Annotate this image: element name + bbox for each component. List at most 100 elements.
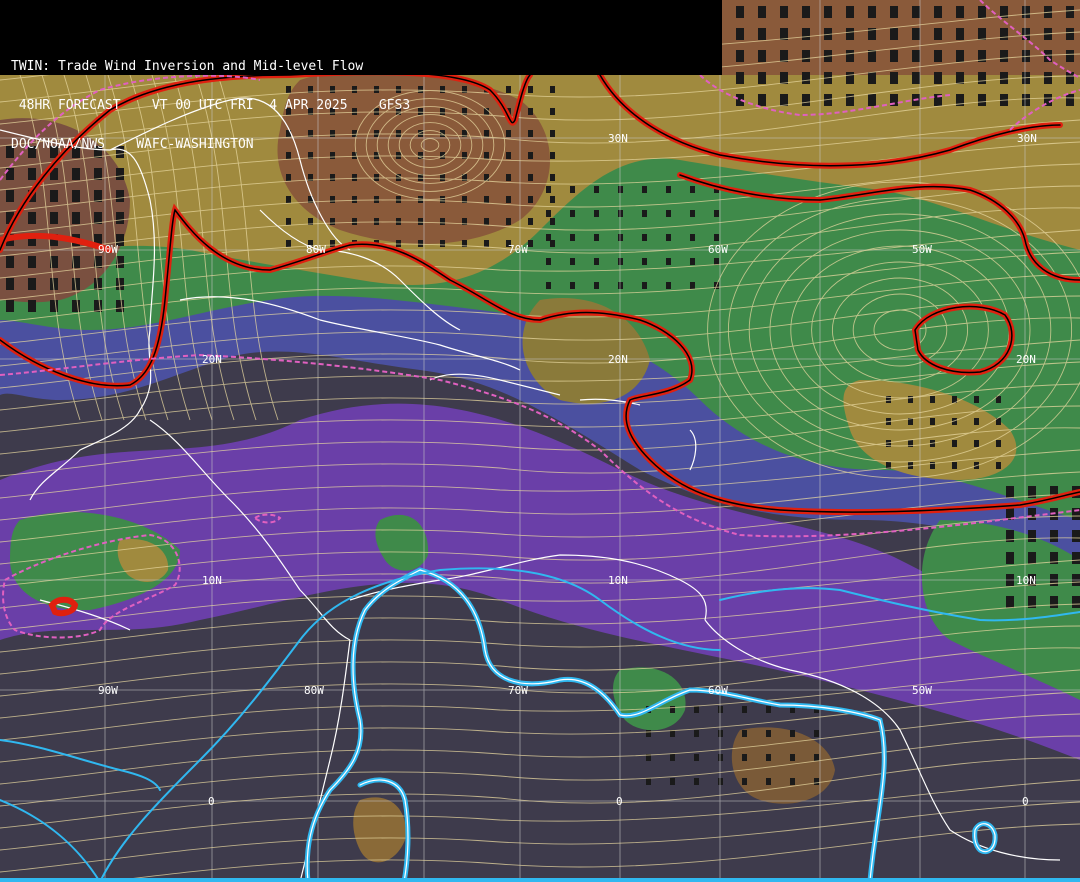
hatch-dot: [618, 234, 623, 241]
hatch-dot: [694, 754, 699, 761]
hatch-dot: [718, 706, 723, 713]
hatch-dot: [618, 258, 623, 265]
hatch-dot: [934, 28, 942, 40]
lat-label-20n-c: 20N: [1016, 353, 1036, 366]
lon-label-80w-bottom: 80W: [304, 684, 324, 697]
hatch-dot: [374, 218, 379, 225]
hatch-dot: [618, 186, 623, 193]
hatch-dot: [758, 50, 766, 62]
hatch-dot: [802, 50, 810, 62]
hatch-dot: [718, 730, 723, 737]
hatch-dot: [890, 72, 898, 84]
hatch-dot: [890, 28, 898, 40]
hatch-dot: [868, 94, 876, 106]
lat-label-10n-c: 10N: [1016, 574, 1036, 587]
lon-label-70w-bottom: 70W: [508, 684, 528, 697]
lat-label-30n-b: 30N: [1017, 132, 1037, 145]
hatch-dot: [742, 706, 747, 713]
hatch-dot: [1044, 72, 1052, 84]
lon-label-70w-top: 70W: [508, 243, 528, 256]
lat-label-20n-b: 20N: [608, 353, 628, 366]
hatch-dot: [50, 212, 58, 224]
hatch-dot: [50, 190, 58, 202]
hatch-dot: [690, 186, 695, 193]
hatch-dot: [974, 440, 979, 447]
hatch-dot: [802, 72, 810, 84]
hatch-dot: [714, 234, 719, 241]
hatch-dot: [868, 6, 876, 18]
hatch-dot: [646, 730, 651, 737]
hatch-dot: [1006, 596, 1014, 608]
hatch-dot: [802, 28, 810, 40]
hatch-dot: [718, 778, 723, 785]
hatch-dot: [72, 212, 80, 224]
hatch-dot: [766, 754, 771, 761]
hatch-dot: [1066, 72, 1074, 84]
hatch-dot: [642, 282, 647, 289]
hatch-dot: [956, 28, 964, 40]
hatch-dot: [846, 28, 854, 40]
hatch-dot: [72, 300, 80, 312]
hatch-dot: [1066, 28, 1074, 40]
hatch-dot: [736, 6, 744, 18]
hatch-dot: [484, 174, 489, 181]
hatch-dot: [352, 174, 357, 181]
hatch-dot: [912, 6, 920, 18]
hatch-dot: [28, 256, 36, 268]
hatch-dot: [1028, 530, 1036, 542]
hatch-dot: [952, 440, 957, 447]
hatch-dot: [546, 258, 551, 265]
lat-label-20n-a: 20N: [202, 353, 222, 366]
hatch-dot: [690, 234, 695, 241]
hatch-dot: [546, 234, 551, 241]
hatch-dot: [974, 396, 979, 403]
hatch-dot: [736, 72, 744, 84]
lat-label-10n-b: 10N: [608, 574, 628, 587]
header-title: TWIN: Trade Wind Inversion and Mid-level…: [11, 59, 364, 74]
hatch-dot: [670, 754, 675, 761]
hatch-dot: [868, 72, 876, 84]
hatch-dot: [742, 730, 747, 737]
hatch-dot: [28, 278, 36, 290]
hatch-dot: [546, 210, 551, 217]
hatch-dot: [6, 300, 14, 312]
hatch-dot: [330, 218, 335, 225]
hatch-dot: [714, 258, 719, 265]
hatch-dot: [528, 196, 533, 203]
hatch-dot: [642, 234, 647, 241]
lon-label-80w-top: 80W: [306, 243, 326, 256]
hatch-dot: [912, 50, 920, 62]
hatch-dot: [642, 258, 647, 265]
hatch-dot: [802, 6, 810, 18]
lon-label-90w-bottom: 90W: [98, 684, 118, 697]
hatch-dot: [116, 212, 124, 224]
hatch-dot: [528, 218, 533, 225]
hatch-dot: [1006, 486, 1014, 498]
hatch-dot: [666, 234, 671, 241]
hatch-dot: [330, 174, 335, 181]
hatch-dot: [1072, 530, 1080, 542]
lat-label-0-b: 0: [616, 795, 623, 808]
hatch-dot: [780, 94, 788, 106]
hatch-dot: [594, 282, 599, 289]
hatch-dot: [1028, 552, 1036, 564]
hatch-dot: [484, 196, 489, 203]
hatch-dot: [956, 72, 964, 84]
hatch-dot: [890, 6, 898, 18]
hatch-dot: [930, 396, 935, 403]
hatch-dot: [1050, 530, 1058, 542]
lon-label-50w-top: 50W: [912, 243, 932, 256]
hatch-dot: [824, 6, 832, 18]
hatch-dot: [374, 196, 379, 203]
hatch-dot: [6, 190, 14, 202]
hatch-dot: [1066, 50, 1074, 62]
hatch-dot: [352, 196, 357, 203]
hatch-dot: [440, 218, 445, 225]
hatch-dot: [506, 218, 511, 225]
hatch-dot: [996, 440, 1001, 447]
hatch-dot: [418, 240, 423, 247]
hatch-dot: [50, 300, 58, 312]
hatch-dot: [550, 240, 555, 247]
lon-label-90w-top: 90W: [98, 243, 118, 256]
hatch-dot: [546, 186, 551, 193]
